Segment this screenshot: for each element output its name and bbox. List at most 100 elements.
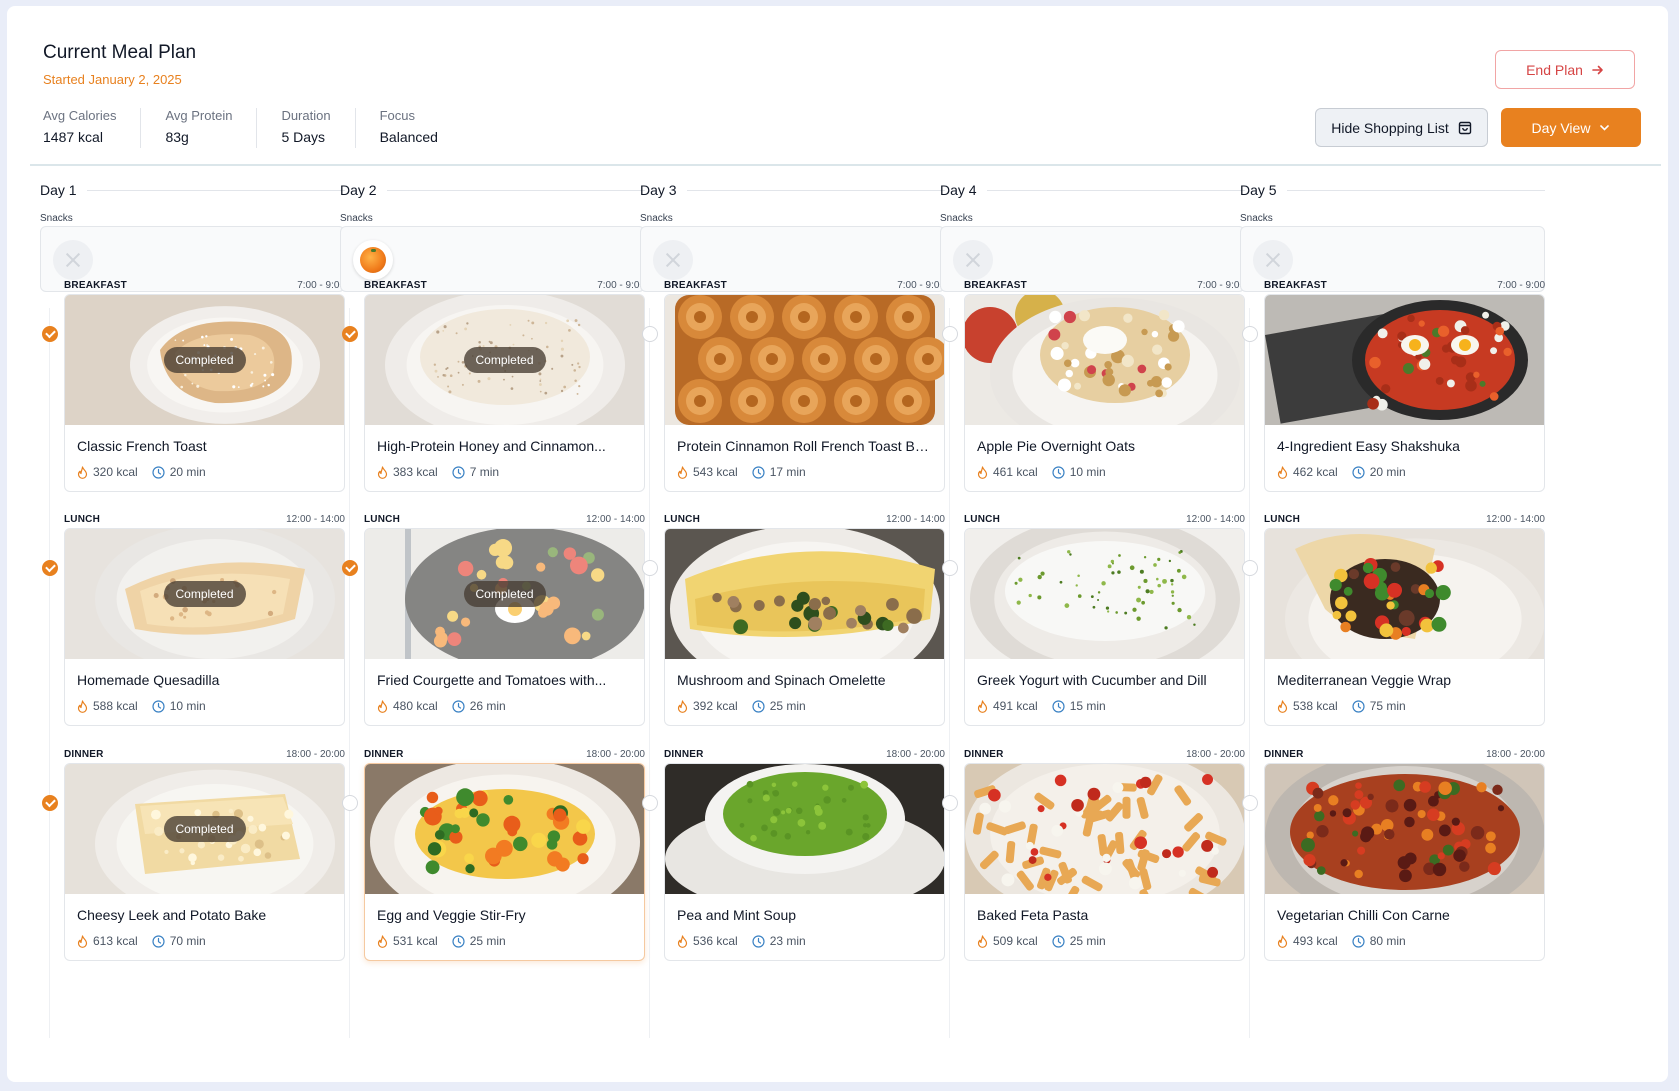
stat-label: Avg Calories xyxy=(43,108,117,123)
meal-card[interactable]: Completed Cheesy Leek and Potato Bake 61… xyxy=(64,763,345,961)
snack-slot[interactable] xyxy=(353,240,393,280)
meal-card[interactable]: Completed Classic French Toast 320 kcal … xyxy=(64,294,345,492)
flame-icon xyxy=(977,465,988,479)
meal-card[interactable]: Mushroom and Spinach Omelette 392 kcal 2… xyxy=(664,528,945,726)
meal-type-label: DINNER xyxy=(664,749,704,760)
flame-icon xyxy=(77,699,88,713)
completed-badge: Completed xyxy=(463,581,546,607)
stat-label: Avg Protein xyxy=(165,108,233,123)
meal-type-label: LUNCH xyxy=(964,514,1000,525)
meal-calories: 392 kcal xyxy=(677,699,738,713)
meal-name: 4-Ingredient Easy Shakshuka xyxy=(1277,438,1460,454)
clock-icon xyxy=(452,699,465,713)
day-title: Day 3 xyxy=(640,182,677,198)
meal-type-label: LUNCH xyxy=(364,514,400,525)
meal-image: Completed xyxy=(65,295,344,425)
meal-card[interactable]: 4-Ingredient Easy Shakshuka 462 kcal 20 … xyxy=(1264,294,1545,492)
meal-complete-checkbox[interactable] xyxy=(342,326,358,342)
end-plan-button[interactable]: End Plan xyxy=(1495,50,1635,89)
calories-value: 461 kcal xyxy=(993,465,1038,479)
meal-complete-checkbox[interactable] xyxy=(642,795,658,811)
day-header: Day 4 xyxy=(940,180,1245,200)
meal-complete-checkbox[interactable] xyxy=(1242,560,1258,576)
page-title: Current Meal Plan xyxy=(43,42,197,63)
meal-card[interactable]: Protein Cinnamon Roll French Toast Bake … xyxy=(664,294,945,492)
meal-meta: 461 kcal 10 min xyxy=(977,465,1120,479)
meal-complete-checkbox[interactable] xyxy=(942,560,958,576)
snack-slot[interactable] xyxy=(953,240,993,280)
meal-duration: 20 min xyxy=(152,465,206,479)
clock-icon xyxy=(1052,934,1065,948)
meal-duration: 26 min xyxy=(452,699,506,713)
calories-value: 538 kcal xyxy=(1293,699,1338,713)
flame-icon xyxy=(377,465,388,479)
duration-value: 17 min xyxy=(769,465,806,479)
snack-slot[interactable] xyxy=(1253,240,1293,280)
stat-avg-protein: Avg Protein 83g xyxy=(140,108,256,148)
meal-card[interactable]: Vegetarian Chilli Con Carne 493 kcal 80 … xyxy=(1264,763,1545,961)
day-view-dropdown[interactable]: Day View xyxy=(1501,108,1641,147)
flame-icon xyxy=(677,934,688,948)
meal-duration: 25 min xyxy=(452,934,506,948)
meal-time-window: 7:00 - 9:00 xyxy=(1497,280,1545,291)
snacks-label: Snacks xyxy=(1240,213,1273,224)
meal-card[interactable]: Completed Fried Courgette and Tomatoes w… xyxy=(364,528,645,726)
meal-card[interactable]: Egg and Veggie Stir-Fry 531 kcal 25 min xyxy=(364,763,645,961)
meal-complete-checkbox[interactable] xyxy=(642,560,658,576)
clock-icon xyxy=(452,465,465,479)
meal-time-window: 12:00 - 14:00 xyxy=(286,514,345,525)
meal-image: Completed xyxy=(65,764,344,894)
meal-time-window: 18:00 - 20:00 xyxy=(586,749,645,760)
duration-value: 7 min xyxy=(469,465,500,479)
meal-card[interactable]: Mediterranean Veggie Wrap 538 kcal 75 mi… xyxy=(1264,528,1545,726)
meal-time-window: 18:00 - 20:00 xyxy=(1486,749,1545,760)
meal-slot: LUNCH 12:00 - 14:00 Mediterranean Veggie… xyxy=(1240,514,1545,726)
day-header: Day 2 xyxy=(340,180,645,200)
snack-slot[interactable] xyxy=(53,240,93,280)
meal-complete-checkbox[interactable] xyxy=(342,560,358,576)
meal-complete-checkbox[interactable] xyxy=(42,326,58,342)
meal-card[interactable]: Pea and Mint Soup 536 kcal 23 min xyxy=(664,763,945,961)
meal-time-window: 12:00 - 14:00 xyxy=(886,514,945,525)
meal-type-label: BREAKFAST xyxy=(964,280,1027,291)
shopping-bag-icon xyxy=(1458,121,1471,135)
day-column: Day 5 Snacks BREAKFAST 7:00 - 9:00 4-Ing… xyxy=(1240,180,1545,1050)
empty-snack-icon xyxy=(664,251,682,269)
meal-name: Cheesy Leek and Potato Bake xyxy=(77,907,267,923)
meal-name: Homemade Quesadilla xyxy=(77,672,220,688)
hide-shopping-list-button[interactable]: Hide Shopping List xyxy=(1315,108,1488,147)
meal-card[interactable]: Greek Yogurt with Cucumber and Dill 491 … xyxy=(964,528,1245,726)
day-divider xyxy=(986,189,1245,191)
meal-card[interactable]: Completed Homemade Quesadilla 588 kcal 1… xyxy=(64,528,345,726)
empty-snack-icon xyxy=(64,251,82,269)
meal-complete-checkbox[interactable] xyxy=(942,795,958,811)
meal-type-label: DINNER xyxy=(1264,749,1304,760)
meal-complete-checkbox[interactable] xyxy=(42,795,58,811)
meal-card[interactable]: Apple Pie Overnight Oats 461 kcal 10 min xyxy=(964,294,1245,492)
clock-icon xyxy=(1352,934,1365,948)
meal-complete-checkbox[interactable] xyxy=(1242,326,1258,342)
flame-icon xyxy=(77,465,88,479)
meal-image xyxy=(1265,529,1544,659)
meal-complete-checkbox[interactable] xyxy=(42,560,58,576)
meal-calories: 531 kcal xyxy=(377,934,438,948)
meal-complete-checkbox[interactable] xyxy=(942,326,958,342)
meal-complete-checkbox[interactable] xyxy=(1242,795,1258,811)
empty-snack-icon xyxy=(964,251,982,269)
meal-card[interactable]: Baked Feta Pasta 509 kcal 25 min xyxy=(964,763,1245,961)
meal-complete-checkbox[interactable] xyxy=(642,326,658,342)
calories-value: 320 kcal xyxy=(93,465,138,479)
snack-slot[interactable] xyxy=(653,240,693,280)
meal-card[interactable]: Completed High-Protein Honey and Cinnamo… xyxy=(364,294,645,492)
duration-value: 70 min xyxy=(169,934,206,948)
flame-icon xyxy=(1277,934,1288,948)
meal-image: Completed xyxy=(365,529,644,659)
duration-value: 15 min xyxy=(1069,699,1106,713)
meal-name: Egg and Veggie Stir-Fry xyxy=(377,907,526,923)
completed-badge: Completed xyxy=(463,347,546,373)
flame-icon xyxy=(677,699,688,713)
snacks-label: Snacks xyxy=(940,213,973,224)
completed-badge: Completed xyxy=(163,816,246,842)
duration-value: 10 min xyxy=(169,699,206,713)
meal-complete-checkbox[interactable] xyxy=(342,795,358,811)
